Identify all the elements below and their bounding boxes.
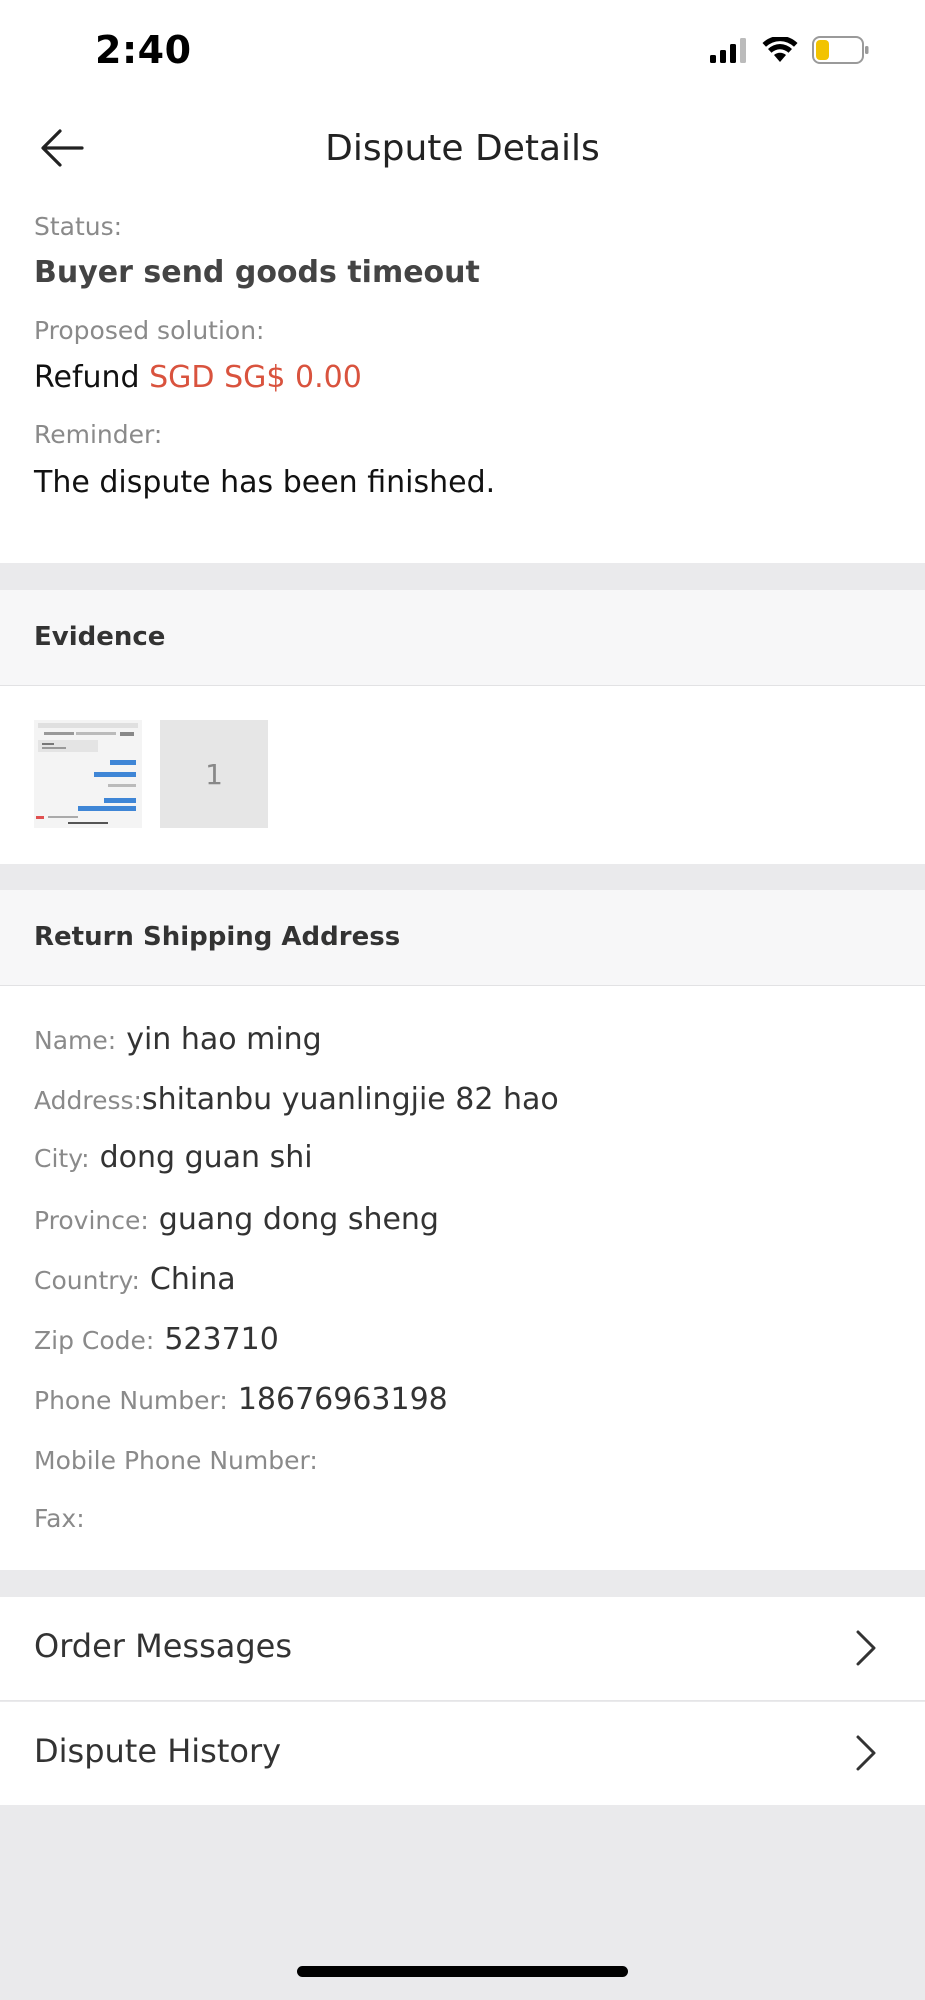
proposed-solution-label: Proposed solution: xyxy=(34,316,265,345)
country-value: China xyxy=(149,1262,236,1297)
evidence-title: Evidence xyxy=(34,622,166,652)
evidence-thumbnail-placeholder[interactable]: 1 xyxy=(160,720,268,828)
page-title: Dispute Details xyxy=(325,128,600,169)
name-label: Name: xyxy=(34,1026,117,1055)
return-address-section-header: Return Shipping Address xyxy=(0,890,925,986)
dispute-history-label: Dispute History xyxy=(34,1732,282,1770)
dispute-summary: Status: Buyer send goods timeout Propose… xyxy=(0,200,925,563)
status-time: 2:40 xyxy=(95,28,192,72)
dispute-details-screen: 2:40 Dispute Details Status: Buyer send … xyxy=(0,0,925,2000)
phone-label: Phone Number: xyxy=(34,1386,228,1415)
country-label: Country: xyxy=(34,1266,140,1295)
evidence-section-header: Evidence xyxy=(0,590,925,686)
city-label: City: xyxy=(34,1144,90,1173)
home-indicator[interactable] xyxy=(297,1966,628,1977)
city-value: dong guan shi xyxy=(99,1140,313,1175)
address-row-address: Address: shitanbu yuanlingjie 82 hao xyxy=(34,1082,559,1117)
return-address-details: Name: yin hao ming Address: shitanbu yua… xyxy=(0,986,925,1570)
province-label: Province: xyxy=(34,1206,149,1235)
address-value: shitanbu yuanlingjie 82 hao xyxy=(141,1082,559,1117)
status-label: Status: xyxy=(34,212,123,241)
screenshot-thumbnail-icon xyxy=(34,720,142,828)
chevron-right-icon xyxy=(855,1629,877,1671)
reminder-value: The dispute has been finished. xyxy=(34,465,496,500)
status-icons xyxy=(710,35,870,68)
address-row-province: Province: guang dong sheng xyxy=(34,1202,439,1237)
mobile-label: Mobile Phone Number: xyxy=(34,1446,318,1475)
chevron-right-icon xyxy=(855,1734,877,1776)
address-row-zip: Zip Code: 523710 xyxy=(34,1322,279,1357)
zip-label: Zip Code: xyxy=(34,1326,155,1355)
address-row-fax: Fax: xyxy=(34,1504,95,1533)
zip-value: 523710 xyxy=(164,1322,279,1357)
name-value: yin hao ming xyxy=(126,1022,322,1057)
cellular-signal-icon xyxy=(710,37,748,67)
reminder-label: Reminder: xyxy=(34,420,163,449)
dispute-history-row[interactable]: Dispute History xyxy=(0,1702,925,1805)
address-label: Address: xyxy=(34,1086,142,1115)
address-row-city: City: dong guan shi xyxy=(34,1140,313,1175)
refund-prefix: Refund xyxy=(34,360,140,395)
evidence-thumbnail-screenshot[interactable] xyxy=(34,720,142,828)
fax-label: Fax: xyxy=(34,1504,85,1533)
evidence-images: 1 xyxy=(0,686,925,864)
address-row-country: Country: China xyxy=(34,1262,236,1297)
header: Dispute Details xyxy=(0,100,925,200)
refund-amount: SGD SG$ 0.00 xyxy=(149,360,362,395)
battery-icon xyxy=(812,36,870,68)
province-value: guang dong sheng xyxy=(158,1202,439,1237)
address-row-phone: Phone Number: 18676963198 xyxy=(34,1382,448,1417)
return-address-title: Return Shipping Address xyxy=(34,922,401,952)
status-bar: 2:40 xyxy=(0,0,925,100)
proposed-solution-value: Refund SGD SG$ 0.00 xyxy=(34,360,362,395)
wifi-icon xyxy=(762,35,798,67)
phone-value: 18676963198 xyxy=(237,1382,448,1417)
order-messages-label: Order Messages xyxy=(34,1627,293,1665)
address-row-name: Name: yin hao ming xyxy=(34,1022,322,1057)
order-messages-row[interactable]: Order Messages xyxy=(0,1597,925,1701)
address-row-mobile: Mobile Phone Number: xyxy=(34,1446,328,1475)
status-value: Buyer send goods timeout xyxy=(34,255,480,290)
